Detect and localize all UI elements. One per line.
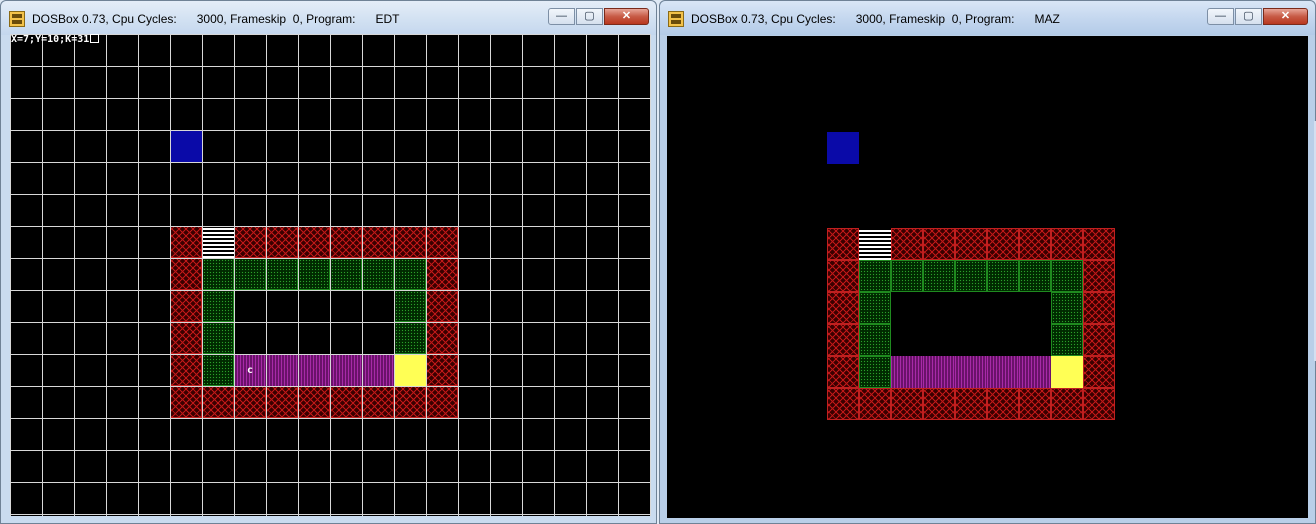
- tile-grass: [859, 292, 891, 324]
- tile-wall: [827, 388, 859, 420]
- tile-grass: [1019, 260, 1051, 292]
- tile-wall: [1083, 324, 1115, 356]
- tile-wall: [1083, 388, 1115, 420]
- tile-grass: [923, 260, 955, 292]
- window-title: DOSBox 0.73, Cpu Cycles: 3000, Frameskip…: [691, 12, 1060, 26]
- tile-wall: [1019, 228, 1051, 260]
- dosbox-app-icon[interactable]: [9, 11, 25, 27]
- dosbox-app-icon[interactable]: [668, 11, 684, 27]
- game-screen-maze[interactable]: [667, 36, 1308, 518]
- tile-wall: [923, 388, 955, 420]
- dosbox-window-editor[interactable]: DOSBox 0.73, Cpu Cycles: 3000, Frameskip…: [0, 0, 657, 524]
- close-button[interactable]: ✕: [604, 8, 649, 25]
- tile-wall: [987, 388, 1019, 420]
- tile-wall: [827, 324, 859, 356]
- tile-purple: [987, 356, 1019, 388]
- cursor-icon: [90, 34, 100, 43]
- tile-grass: [859, 260, 891, 292]
- maximize-button[interactable]: ▢: [576, 8, 603, 25]
- tile-blue: [827, 132, 859, 164]
- minimize-button[interactable]: —: [1207, 8, 1234, 25]
- tile-wall: [1083, 260, 1115, 292]
- tile-wall: [891, 388, 923, 420]
- game-screen-editor[interactable]: X=7;Y=10;K=31 c: [10, 34, 651, 516]
- tile-grass: [1051, 260, 1083, 292]
- tile-wall: [1051, 388, 1083, 420]
- tile-ladder: [859, 228, 891, 260]
- tile-grass: [987, 260, 1019, 292]
- title-bar[interactable]: DOSBox 0.73, Cpu Cycles: 3000, Frameskip…: [1, 1, 656, 35]
- tile-purple: [891, 356, 923, 388]
- tile-wall: [827, 356, 859, 388]
- minimize-button[interactable]: —: [548, 8, 575, 25]
- tile-grass: [955, 260, 987, 292]
- coordinate-readout: X=7;Y=10;K=31: [11, 34, 100, 45]
- tile-wall: [891, 228, 923, 260]
- maximize-button[interactable]: ▢: [1235, 8, 1262, 25]
- tile-purple: [923, 356, 955, 388]
- tile-wall: [827, 292, 859, 324]
- close-button[interactable]: ✕: [1263, 8, 1308, 25]
- dosbox-window-game[interactable]: DOSBox 0.73, Cpu Cycles: 3000, Frameskip…: [659, 0, 1316, 524]
- tile-yellow: [1051, 356, 1083, 388]
- tile-wall: [1019, 388, 1051, 420]
- tile-wall: [923, 228, 955, 260]
- tile-wall: [1083, 356, 1115, 388]
- tile-grass: [1051, 292, 1083, 324]
- tile-purple: [955, 356, 987, 388]
- tile-wall: [827, 260, 859, 292]
- tile-wall: [955, 388, 987, 420]
- tile-wall: [827, 228, 859, 260]
- editor-grid: [10, 34, 651, 516]
- tile-wall: [955, 228, 987, 260]
- tile-marker-char: c: [247, 365, 254, 376]
- tile-purple: [1019, 356, 1051, 388]
- title-bar[interactable]: DOSBox 0.73, Cpu Cycles: 3000, Frameskip…: [660, 1, 1315, 35]
- coordinate-readout-text: X=7;Y=10;K=31: [11, 34, 90, 45]
- tile-wall: [1083, 292, 1115, 324]
- tile-wall: [1083, 228, 1115, 260]
- tile-grass: [859, 356, 891, 388]
- tile-grass: [1051, 324, 1083, 356]
- tile-wall: [1051, 228, 1083, 260]
- tile-wall: [987, 228, 1019, 260]
- tile-grass: [891, 260, 923, 292]
- tile-wall: [859, 388, 891, 420]
- window-title: DOSBox 0.73, Cpu Cycles: 3000, Frameskip…: [32, 12, 400, 26]
- tile-grass: [859, 324, 891, 356]
